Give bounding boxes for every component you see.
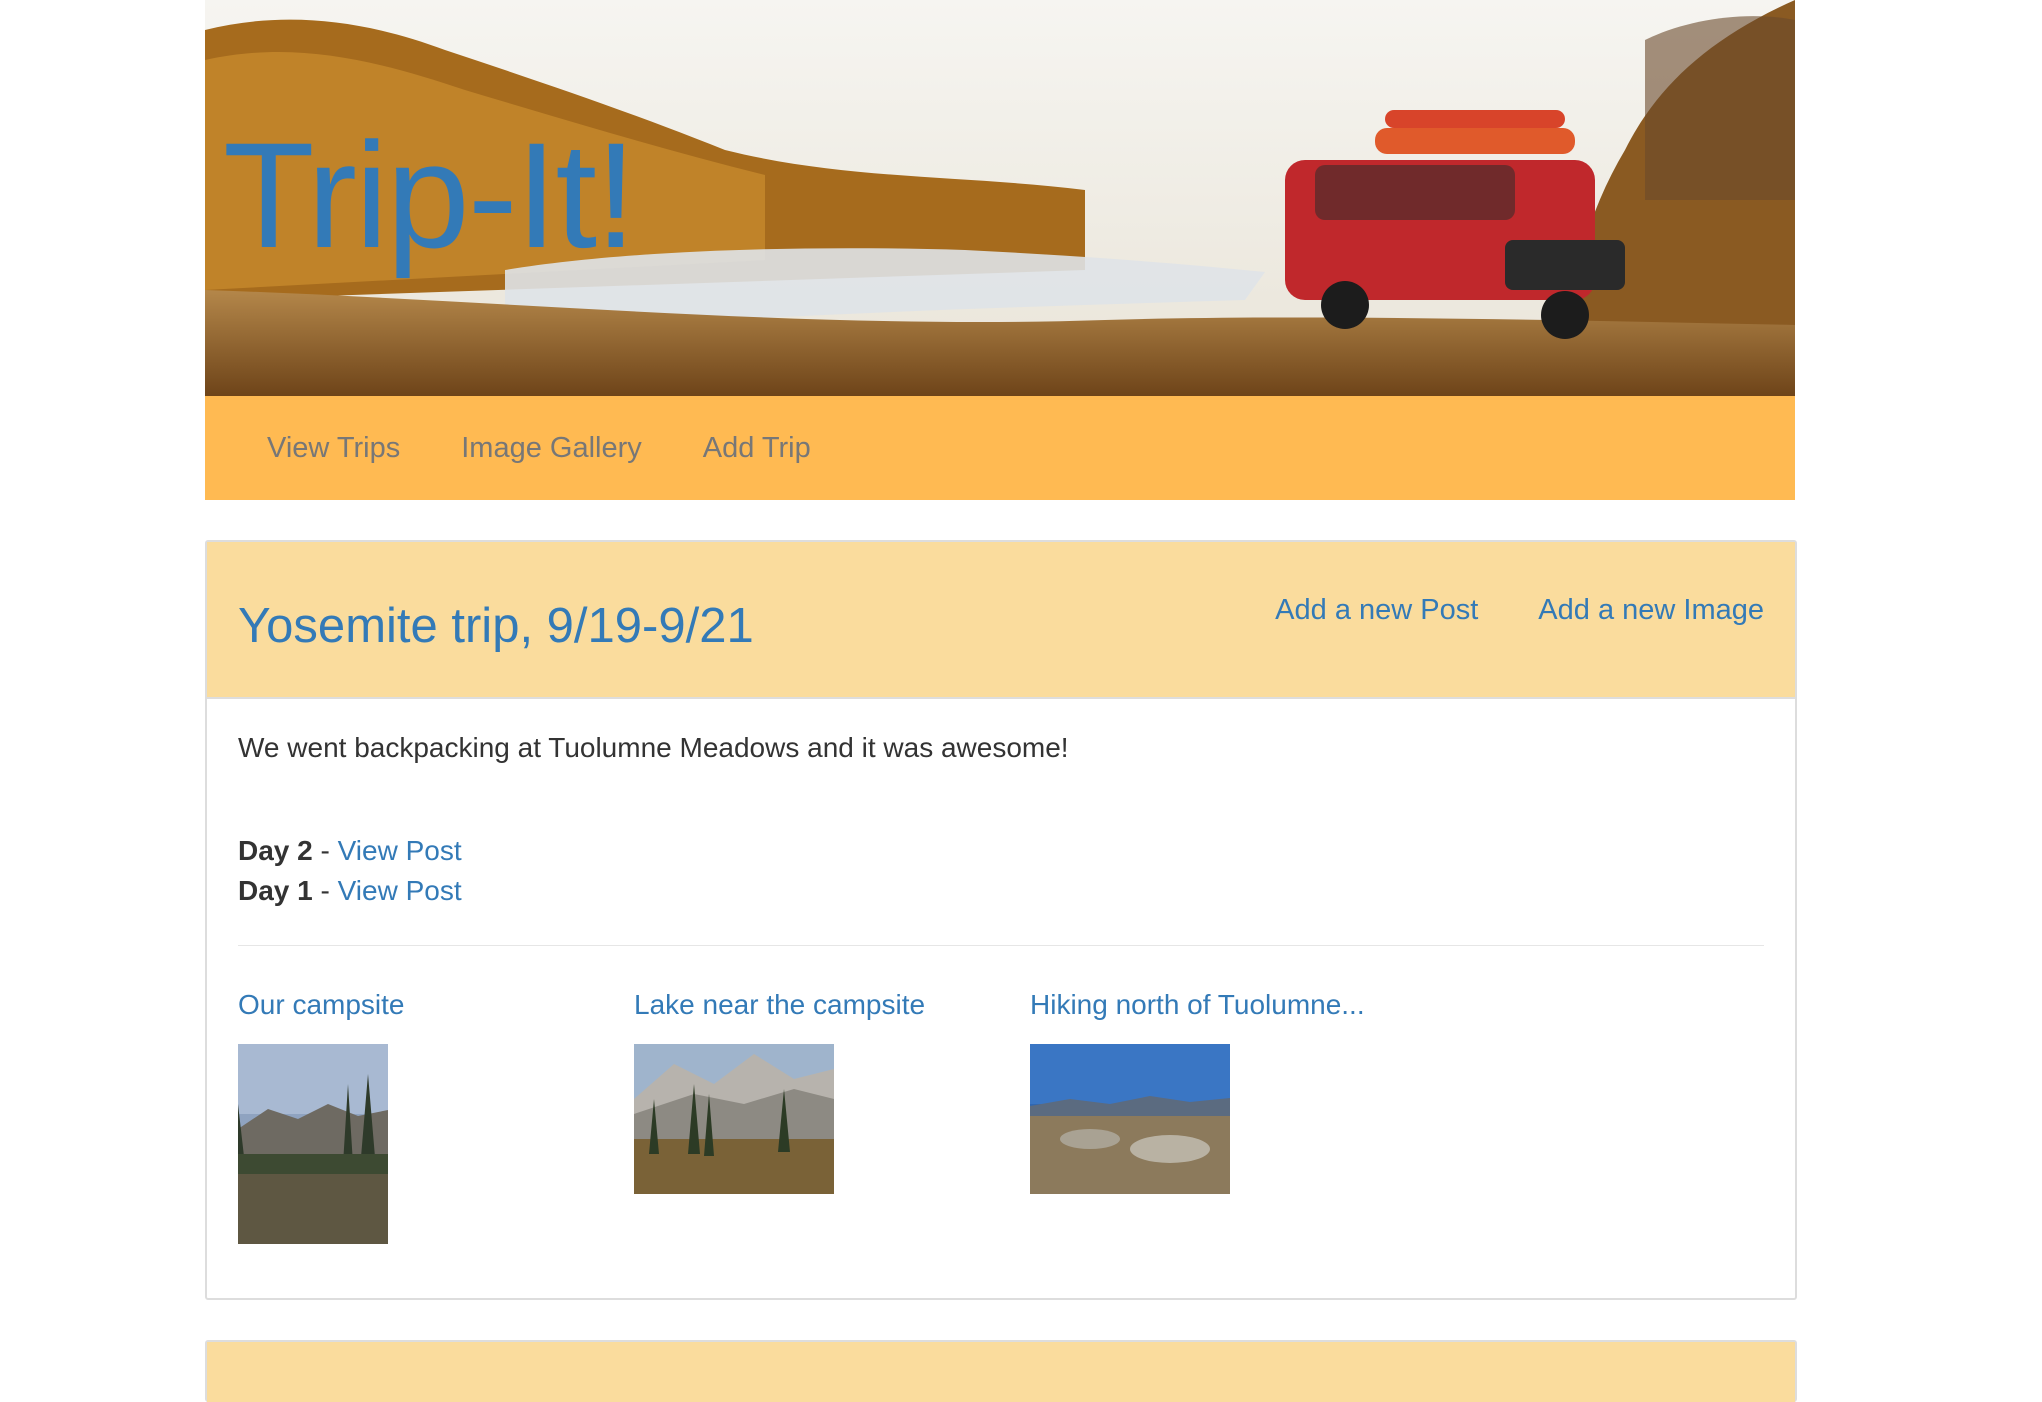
trip-actions: Add a new Post Add a new Image <box>1275 594 1764 627</box>
hiking-thumbnail[interactable] <box>1030 1044 1230 1194</box>
trip-panel: Yosemite trip, 9/19-9/21 Add a new Post … <box>205 540 1797 1300</box>
view-post-link[interactable]: View Post <box>338 875 462 906</box>
header-banner: Trip-It! <box>205 0 1795 396</box>
section-divider <box>238 945 1764 946</box>
trip-title[interactable]: Yosemite trip, 9/19-9/21 <box>238 599 754 654</box>
next-trip-panel-heading <box>207 1342 1795 1402</box>
main-navbar: View Trips Image Gallery Add Trip <box>205 396 1795 500</box>
site-title: Trip-It! <box>223 111 637 279</box>
gallery-caption[interactable]: Lake near the campsite <box>634 989 925 1021</box>
post-day-label: Day 1 <box>238 875 313 906</box>
post-separator: - <box>312 875 338 906</box>
post-day-label: Day 2 <box>238 835 313 866</box>
gallery-item: Lake near the campsite <box>634 989 925 1194</box>
trip-description: We went backpacking at Tuolumne Meadows … <box>238 732 1069 763</box>
post-item: Day 2 - View Post <box>238 831 462 871</box>
gallery-item: Our campsite <box>238 989 405 1244</box>
nav-image-gallery[interactable]: Image Gallery <box>461 432 642 465</box>
view-post-link[interactable]: View Post <box>338 835 462 866</box>
nav-add-trip[interactable]: Add Trip <box>703 432 811 465</box>
post-separator: - <box>312 835 338 866</box>
post-item: Day 1 - View Post <box>238 871 462 911</box>
next-trip-panel <box>205 1340 1797 1402</box>
campsite-thumbnail[interactable] <box>238 1044 388 1244</box>
lake-thumbnail[interactable] <box>634 1044 834 1194</box>
add-post-link[interactable]: Add a new Post <box>1275 594 1478 627</box>
page-container: Trip-It! View Trips Image Gallery Add Tr… <box>205 0 1797 1402</box>
gallery-item: Hiking north of Tuolumne... <box>1030 989 1365 1194</box>
gallery-caption[interactable]: Hiking north of Tuolumne... <box>1030 989 1365 1021</box>
nav-view-trips[interactable]: View Trips <box>267 432 400 465</box>
trip-panel-heading: Yosemite trip, 9/19-9/21 Add a new Post … <box>207 542 1795 699</box>
gallery-caption[interactable]: Our campsite <box>238 989 405 1021</box>
add-image-link[interactable]: Add a new Image <box>1538 594 1764 627</box>
post-list: Day 2 - View Post Day 1 - View Post <box>238 831 462 911</box>
